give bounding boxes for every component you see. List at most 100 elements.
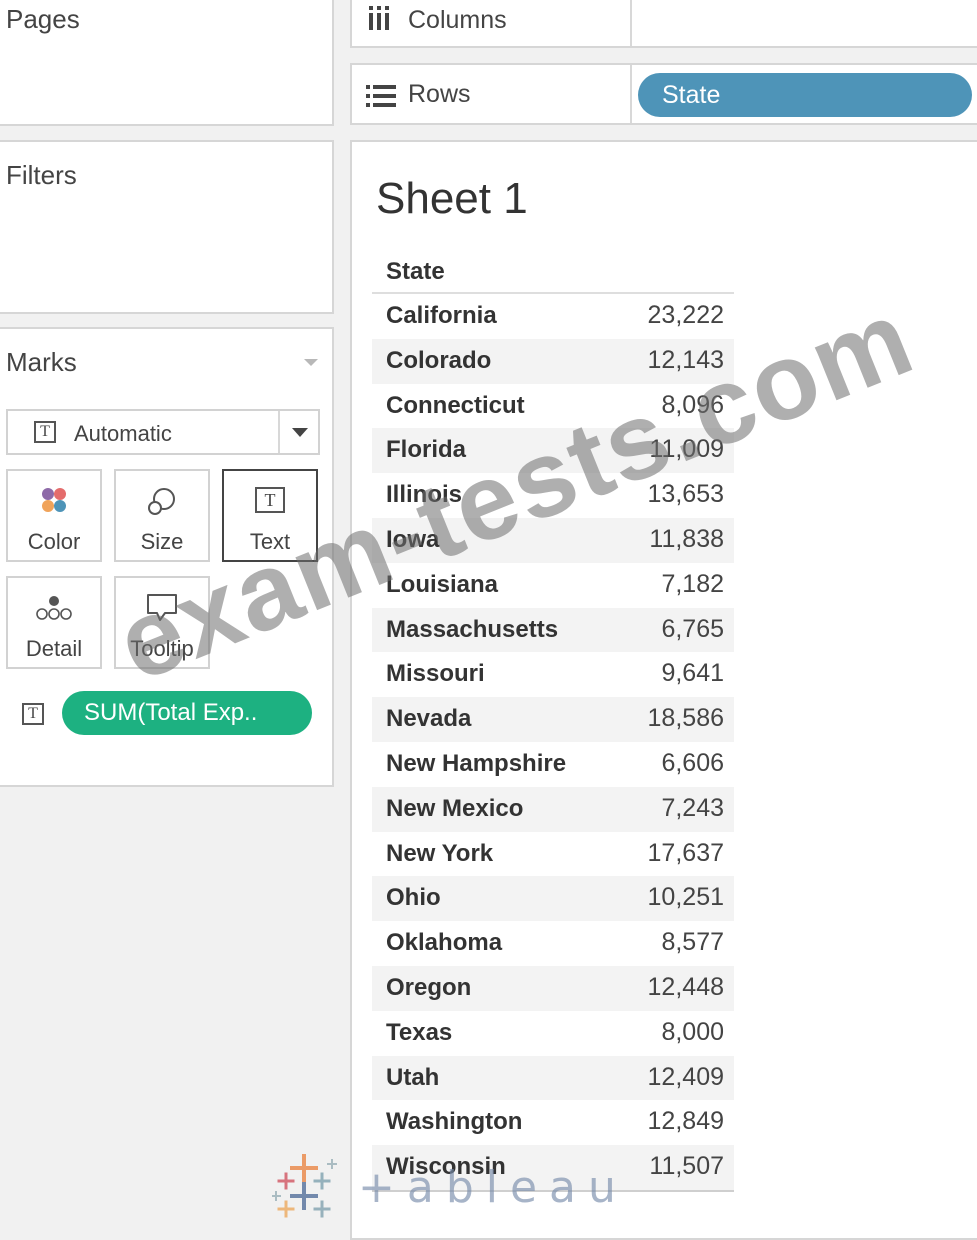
value-cell: 9,641	[661, 659, 724, 688]
table-row[interactable]: Missouri 9,641	[372, 652, 734, 697]
value-cell: 8,577	[661, 928, 724, 957]
value-cell: 7,182	[661, 569, 724, 598]
table-row[interactable]: Colorado 12,143	[372, 338, 734, 384]
worksheet-view: Sheet 1 State California 23,222 Colorado 12…	[350, 140, 977, 1240]
table-row[interactable]: Ohio 10,251	[372, 876, 734, 922]
value-cell: 11,009	[649, 435, 724, 464]
value-cell: 18,586	[647, 704, 724, 733]
state-cell: Florida	[386, 436, 467, 464]
state-cell: Utah	[386, 1063, 440, 1091]
table-row[interactable]: Iowa 11,838	[372, 517, 734, 563]
state-cell: New Hampshire	[386, 749, 567, 777]
rows-divider	[630, 65, 632, 123]
tableau-logo: +ableau	[271, 1154, 616, 1220]
state-cell: Oklahoma	[386, 929, 503, 957]
value-cell: 12,849	[647, 1107, 724, 1136]
table-row[interactable]: Massachusetts 6,765	[372, 607, 734, 653]
state-cell: Texas	[386, 1018, 453, 1046]
tableau-cross-icon	[271, 1154, 337, 1218]
state-cell: Massachusetts	[386, 615, 559, 643]
value-cell: 13,653	[647, 480, 724, 509]
size-button[interactable]: Size	[114, 469, 210, 562]
filters-card[interactable]: Filters	[0, 140, 334, 314]
columns-divider	[630, 0, 632, 46]
size-button-label: Size	[140, 529, 184, 554]
chevron-down-icon[interactable]	[292, 428, 308, 437]
state-cell: Nevada	[386, 705, 472, 733]
marks-menu-caret-icon[interactable]	[304, 359, 318, 366]
table-body: California 23,222 Colorado 12,143 Connecticu…	[372, 294, 734, 1190]
dropdown-divider	[278, 411, 280, 453]
table-row[interactable]: New York 17,637	[372, 832, 734, 877]
state-cell: Ohio	[386, 884, 441, 912]
detail-button[interactable]: Detail	[6, 576, 102, 669]
columns-icon	[366, 6, 392, 37]
table-header-row: State	[372, 254, 734, 294]
value-cell: 6,765	[661, 614, 724, 643]
state-cell: California	[386, 302, 497, 329]
table-row[interactable]: California 23,222	[372, 294, 734, 339]
table-row[interactable]: Oregon 12,448	[372, 965, 734, 1011]
state-cell: Missouri	[386, 660, 485, 688]
state-cell: New York	[386, 839, 494, 867]
text-button-label: Text	[249, 529, 291, 554]
tooltip-button[interactable]: Tooltip	[114, 576, 210, 669]
state-cell: Illinois	[386, 481, 463, 509]
sheet-title[interactable]: Sheet 1	[376, 174, 528, 224]
table-row[interactable]: Texas 8,000	[372, 1011, 734, 1056]
text-table: State California 23,222 Colorado 12,143 Conn…	[372, 254, 734, 1192]
value-cell: 12,143	[647, 345, 724, 374]
value-cell: 23,222	[647, 301, 724, 329]
table-row[interactable]: Louisiana 7,182	[372, 563, 734, 608]
mark-type-dropdown[interactable]: T Automatic	[6, 409, 320, 455]
rows-shelf[interactable]: Rows State	[350, 63, 977, 125]
text-encoding-icon: T	[22, 703, 44, 725]
marks-card: Marks T Automatic Color Size T Text Deta…	[0, 327, 334, 787]
color-icon	[39, 485, 69, 520]
value-cell: 8,096	[661, 390, 724, 419]
value-cell: 8,000	[661, 1017, 724, 1046]
sum-total-expense-pill[interactable]: SUM(Total Exp..	[62, 691, 312, 735]
state-cell: New Mexico	[386, 794, 524, 822]
table-row[interactable]: Florida 11,009	[372, 428, 734, 474]
pages-title: Pages	[6, 4, 80, 34]
detail-icon	[35, 592, 73, 627]
table-row[interactable]: Utah 12,409	[372, 1055, 734, 1101]
color-button[interactable]: Color	[6, 469, 102, 562]
value-cell: 7,243	[661, 793, 724, 822]
marks-title: Marks	[6, 347, 77, 377]
detail-button-label: Detail	[25, 636, 83, 661]
size-icon	[145, 485, 179, 524]
text-button[interactable]: T Text	[222, 469, 318, 562]
mark-type-label: Automatic	[74, 421, 172, 446]
rows-icon	[366, 85, 396, 112]
table-row[interactable]: New Hampshire 6,606	[372, 742, 734, 787]
tableau-wordmark: +ableau	[358, 1162, 628, 1213]
value-cell: 11,838	[649, 524, 724, 553]
color-button-label: Color	[27, 529, 81, 554]
state-cell: Colorado	[386, 346, 492, 374]
state-column-header[interactable]: State	[386, 258, 445, 286]
pages-card[interactable]: Pages	[0, 0, 334, 126]
table-row[interactable]: Nevada 18,586	[372, 697, 734, 742]
state-cell: Washington	[386, 1108, 523, 1136]
table-row[interactable]: Connecticut 8,096	[372, 384, 734, 429]
table-row[interactable]: Illinois 13,653	[372, 473, 734, 518]
state-cell: Oregon	[386, 973, 472, 1001]
table-row[interactable]: New Mexico 7,243	[372, 786, 734, 832]
tooltip-icon	[145, 592, 179, 629]
value-cell: 11,507	[649, 1152, 724, 1181]
columns-shelf[interactable]: Columns	[350, 0, 977, 48]
rows-label: Rows	[408, 80, 471, 108]
text-mark-icon: T	[34, 421, 56, 443]
columns-label: Columns	[408, 6, 507, 34]
left-panel: Pages Filters Marks T Automatic Color Si…	[0, 0, 336, 1220]
tooltip-button-label: Tooltip	[130, 636, 194, 661]
table-row[interactable]: Oklahoma 8,577	[372, 921, 734, 966]
value-cell: 17,637	[647, 838, 724, 867]
state-dimension-pill[interactable]: State	[638, 73, 972, 117]
table-row[interactable]: Washington 12,849	[372, 1100, 734, 1145]
filters-title: Filters	[6, 160, 77, 190]
state-cell: Connecticut	[386, 391, 525, 419]
state-cell: Iowa	[386, 525, 440, 553]
